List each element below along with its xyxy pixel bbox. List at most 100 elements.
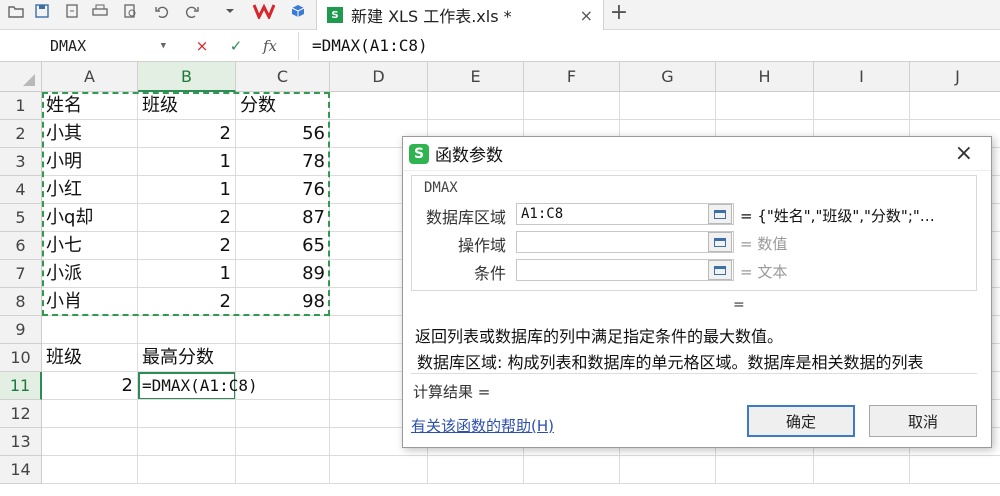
column-header[interactable]: C bbox=[236, 62, 330, 92]
table-cell[interactable] bbox=[42, 400, 138, 428]
collapse-ref-icon[interactable] bbox=[708, 204, 732, 224]
table-cell[interactable] bbox=[138, 428, 236, 456]
row-header[interactable]: 2 bbox=[0, 120, 42, 148]
new-tab-icon[interactable]: + bbox=[606, 0, 632, 25]
insert-function-icon[interactable]: fx bbox=[258, 34, 282, 58]
table-cell[interactable]: 78 bbox=[236, 148, 330, 176]
open-icon[interactable] bbox=[4, 0, 28, 22]
table-cell[interactable] bbox=[236, 456, 330, 484]
table-cell[interactable] bbox=[138, 316, 236, 344]
row-header[interactable]: 9 bbox=[0, 316, 42, 344]
arg-input-criteria[interactable] bbox=[516, 259, 734, 281]
table-cell[interactable]: 小七 bbox=[42, 232, 138, 260]
table-cell[interactable]: 小其 bbox=[42, 120, 138, 148]
table-cell[interactable]: 87 bbox=[236, 204, 330, 232]
undo-icon[interactable] bbox=[150, 0, 174, 22]
table-cell[interactable] bbox=[620, 456, 716, 484]
column-header[interactable]: A bbox=[42, 62, 138, 92]
row-header[interactable]: 6 bbox=[0, 232, 42, 260]
function-help-link[interactable]: 有关该函数的帮助(H) bbox=[411, 415, 554, 436]
row-header[interactable]: 8 bbox=[0, 288, 42, 316]
row-header[interactable]: 4 bbox=[0, 176, 42, 204]
wps-logo-icon[interactable] bbox=[250, 0, 278, 22]
table-cell[interactable]: 小红 bbox=[42, 176, 138, 204]
table-cell[interactable] bbox=[42, 456, 138, 484]
column-header[interactable]: F bbox=[524, 62, 620, 92]
row-header[interactable]: 14 bbox=[0, 456, 42, 484]
table-cell[interactable] bbox=[716, 456, 814, 484]
tab-close-icon[interactable]: × bbox=[580, 6, 593, 25]
row-header[interactable]: 13 bbox=[0, 428, 42, 456]
column-header[interactable]: E bbox=[428, 62, 524, 92]
table-cell[interactable]: 班级 bbox=[42, 344, 138, 372]
column-header[interactable]: I bbox=[814, 62, 910, 92]
column-header[interactable]: H bbox=[716, 62, 814, 92]
export-icon[interactable] bbox=[60, 0, 84, 22]
row-header[interactable]: 12 bbox=[0, 400, 42, 428]
confirm-formula-icon[interactable]: ✓ bbox=[224, 34, 248, 58]
save-icon[interactable] bbox=[30, 0, 54, 22]
table-cell[interactable] bbox=[814, 456, 910, 484]
table-cell[interactable] bbox=[910, 92, 1000, 120]
select-all-corner[interactable] bbox=[0, 62, 42, 92]
arg-input-field[interactable] bbox=[516, 231, 734, 253]
row-header[interactable]: 1 bbox=[0, 92, 42, 120]
formula-input[interactable]: =DMAX(A1:C8) bbox=[312, 34, 428, 58]
table-cell[interactable] bbox=[138, 400, 236, 428]
table-cell[interactable] bbox=[330, 456, 428, 484]
dialog-close-icon[interactable]: × bbox=[955, 141, 973, 166]
table-cell[interactable]: 1 bbox=[138, 148, 236, 176]
arg-input-database[interactable]: A1:C8 bbox=[516, 203, 734, 225]
table-cell[interactable]: 65 bbox=[236, 232, 330, 260]
row-header[interactable]: 3 bbox=[0, 148, 42, 176]
table-cell[interactable]: 76 bbox=[236, 176, 330, 204]
dropdown-icon[interactable] bbox=[218, 0, 242, 22]
table-cell[interactable] bbox=[236, 344, 330, 372]
table-cell[interactable]: 班级 bbox=[138, 92, 236, 120]
table-cell[interactable] bbox=[620, 92, 716, 120]
cancel-button[interactable]: 取消 bbox=[869, 405, 977, 437]
table-cell[interactable]: 小派 bbox=[42, 260, 138, 288]
row-header[interactable]: 7 bbox=[0, 260, 42, 288]
table-cell[interactable]: =DMAX(A1:C8) bbox=[138, 372, 258, 400]
table-cell[interactable] bbox=[236, 316, 330, 344]
collapse-ref-icon[interactable] bbox=[708, 232, 732, 252]
table-cell[interactable] bbox=[138, 456, 236, 484]
row-header[interactable]: 11 bbox=[0, 372, 42, 400]
table-cell[interactable]: 2 bbox=[138, 120, 236, 148]
table-cell[interactable] bbox=[524, 92, 620, 120]
column-header[interactable]: G bbox=[620, 62, 716, 92]
table-cell[interactable]: 最高分数 bbox=[138, 344, 236, 372]
table-cell[interactable]: 小明 bbox=[42, 148, 138, 176]
table-cell[interactable]: 2 bbox=[138, 232, 236, 260]
tab-workbook[interactable]: S 新建 XLS 工作表.xls * × bbox=[316, 0, 604, 30]
table-cell[interactable]: 分数 bbox=[236, 92, 330, 120]
preview-icon[interactable] bbox=[118, 0, 142, 22]
table-cell[interactable] bbox=[428, 456, 524, 484]
table-cell[interactable] bbox=[330, 92, 428, 120]
table-cell[interactable]: 1 bbox=[138, 176, 236, 204]
name-box[interactable]: DMAX ▼ bbox=[0, 34, 172, 58]
table-cell[interactable] bbox=[42, 316, 138, 344]
cube-icon[interactable] bbox=[286, 0, 310, 22]
table-cell[interactable]: 小q却 bbox=[42, 204, 138, 232]
row-header[interactable]: 10 bbox=[0, 344, 42, 372]
table-cell[interactable] bbox=[716, 92, 814, 120]
table-cell[interactable]: 1 bbox=[138, 260, 236, 288]
row-header[interactable]: 5 bbox=[0, 204, 42, 232]
redo-icon[interactable] bbox=[180, 0, 204, 22]
table-cell[interactable] bbox=[236, 428, 330, 456]
table-cell[interactable]: 小肖 bbox=[42, 288, 138, 316]
collapse-ref-icon[interactable] bbox=[708, 260, 732, 280]
table-cell[interactable] bbox=[910, 456, 1000, 484]
column-header[interactable]: D bbox=[330, 62, 428, 92]
table-cell[interactable]: 89 bbox=[236, 260, 330, 288]
table-cell[interactable]: 2 bbox=[42, 372, 138, 400]
table-cell[interactable] bbox=[428, 92, 524, 120]
cancel-formula-icon[interactable]: × bbox=[190, 34, 214, 58]
column-header[interactable]: J bbox=[910, 62, 1000, 92]
table-cell[interactable] bbox=[814, 92, 910, 120]
table-cell[interactable]: 98 bbox=[236, 288, 330, 316]
table-cell[interactable]: 2 bbox=[138, 288, 236, 316]
table-cell[interactable] bbox=[524, 456, 620, 484]
